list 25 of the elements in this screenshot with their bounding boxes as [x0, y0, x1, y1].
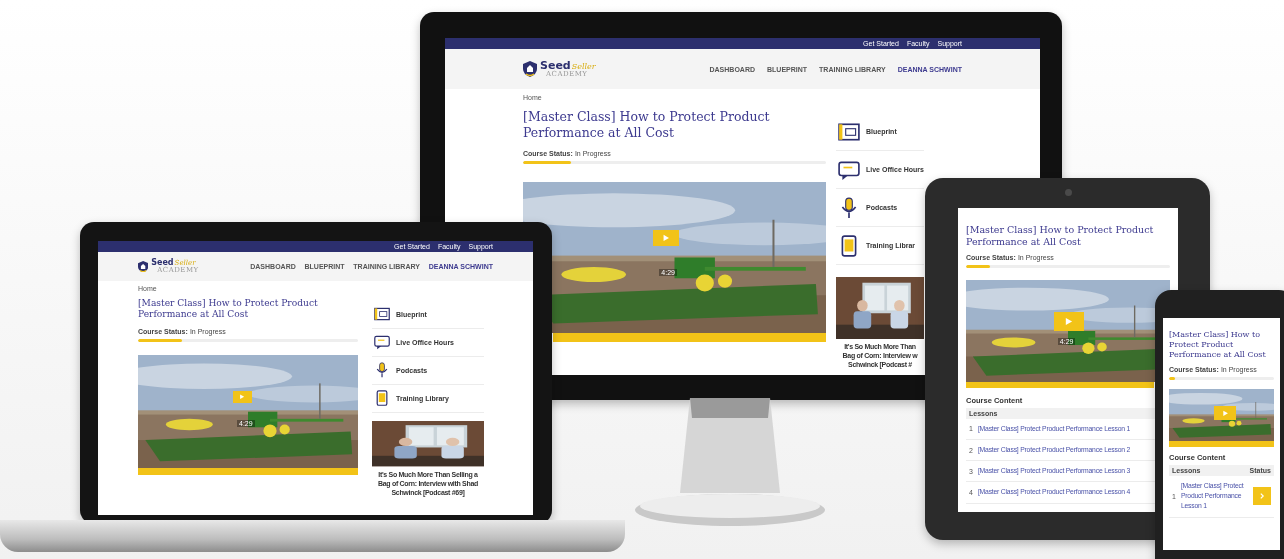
shield-logo-icon — [138, 260, 149, 273]
play-icon — [239, 393, 245, 400]
play-button[interactable] — [1053, 312, 1084, 331]
play-button[interactable] — [1214, 406, 1237, 420]
play-icon — [662, 234, 671, 243]
logo-text: Seed — [151, 259, 174, 268]
chat-bubble-icon — [374, 334, 391, 351]
video-control-bar[interactable] — [553, 333, 826, 343]
course-title: [Master Class] How to Protect Product Performance at All Cost — [966, 224, 1155, 248]
blueprint-icon — [374, 306, 391, 323]
logo-text: Seller — [571, 63, 596, 71]
course-title: [Master Class] How to Protect Product Performance at All Cost — [1169, 330, 1267, 360]
play-button[interactable] — [653, 230, 680, 247]
blueprint-icon — [838, 120, 860, 143]
course-title: [Master Class] How to Protect Product Performance at All Cost — [523, 109, 771, 141]
logo-text: Seed — [540, 60, 571, 71]
chat-bubble-icon — [838, 158, 860, 181]
chevron-icon — [1259, 493, 1265, 500]
play-icon — [1064, 316, 1074, 326]
shield-logo-icon — [523, 61, 537, 77]
play-icon — [1221, 409, 1229, 417]
video-control-bar[interactable] — [966, 381, 1154, 388]
camera-dot — [1064, 189, 1072, 196]
start-lesson-button[interactable] — [1253, 487, 1271, 506]
course-title: [Master Class] How to Protect Product Performance at All Cost — [138, 297, 319, 321]
